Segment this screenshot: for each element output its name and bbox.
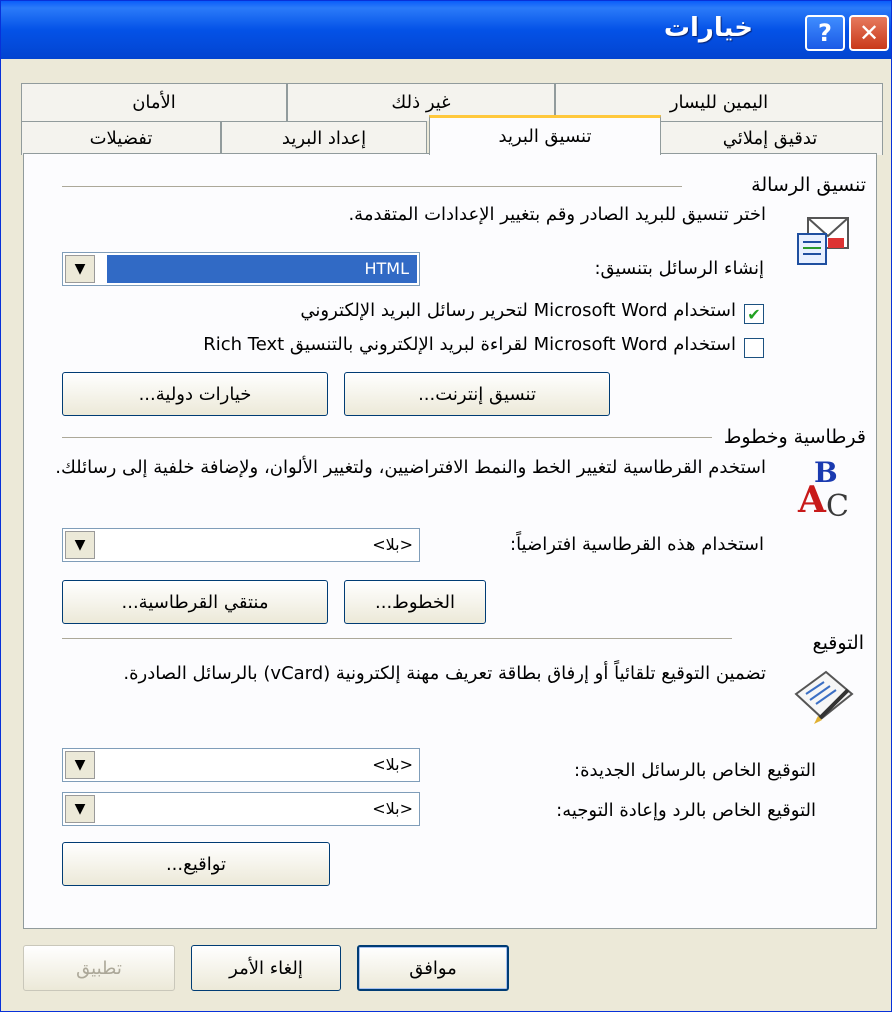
tab-panel: تنسيق الرسالة اختر تنسيق للبريد الصادر و… [23, 153, 877, 929]
stationery-default-label: استخدام هذه القرطاسية افتراضياً: [510, 534, 764, 555]
help-icon[interactable]: ? [805, 15, 845, 51]
use-word-read-checkbox[interactable] [744, 338, 764, 358]
new-signature-dropdown[interactable]: ▼ <بلا> [62, 748, 420, 782]
window-title: خيارات [663, 13, 753, 43]
reply-signature-label: التوقيع الخاص بالرد وإعادة التوجيه: [556, 800, 816, 821]
stationery-picker-button[interactable]: منتقي القرطاسية... [62, 580, 328, 624]
chevron-down-icon[interactable]: ▼ [65, 255, 95, 283]
fonts-button[interactable]: الخطوط... [344, 580, 486, 624]
signature-pen-icon [794, 670, 854, 724]
chevron-down-icon[interactable]: ▼ [65, 795, 95, 823]
tab-mail-format[interactable]: تنسيق البريد [429, 115, 661, 155]
chevron-down-icon[interactable]: ▼ [65, 751, 95, 779]
svg-text:A: A [797, 479, 827, 520]
new-signature-label: التوقيع الخاص بالرسائل الجديدة: [574, 760, 816, 781]
stationery-description: استخدم القرطاسية لتغيير الخط والنمط الاف… [55, 457, 766, 478]
options-dialog: خيارات ? ✕ اليمين لليسار غير ذلك الأمان … [0, 0, 892, 1012]
use-word-read-label: استخدام Microsoft Word لقراءة لبريد الإل… [203, 334, 736, 355]
tab-security[interactable]: الأمان [21, 83, 287, 121]
signature-description: تضمين التوقيع تلقائياً أو إرفاق بطاقة تع… [123, 663, 766, 684]
reply-signature-dropdown[interactable]: ▼ <بلا> [62, 792, 420, 826]
close-icon[interactable]: ✕ [849, 15, 889, 51]
international-options-button[interactable]: خيارات دولية... [62, 372, 328, 416]
cancel-button[interactable]: إلغاء الأمر [191, 945, 341, 991]
internet-format-button[interactable]: تنسيق إنترنت... [344, 372, 610, 416]
svg-text:C: C [826, 489, 849, 520]
compose-format-dropdown[interactable]: ▼ HTML [62, 252, 420, 286]
apply-button[interactable]: تطبيق [23, 945, 175, 991]
message-format-title: تنسيق الرسالة [751, 174, 866, 196]
ok-button[interactable]: موافق [357, 945, 509, 991]
separator [62, 186, 682, 187]
envelope-format-icon [797, 217, 849, 265]
chevron-down-icon[interactable]: ▼ [65, 531, 95, 559]
tab-mail-setup[interactable]: إعداد البريد [221, 121, 427, 155]
stationery-dropdown[interactable]: ▼ <بلا> [62, 528, 420, 562]
title-bar[interactable]: خيارات ? ✕ [1, 1, 891, 59]
message-format-description: اختر تنسيق للبريد الصادر وقم بتغيير الإع… [348, 204, 766, 225]
compose-format-label: إنشاء الرسائل بتنسيق: [594, 258, 764, 279]
tab-preferences[interactable]: تفضيلات [21, 121, 221, 155]
stationery-title: قرطاسية وخطوط [723, 426, 866, 448]
signature-title: التوقيع [812, 632, 864, 654]
use-word-edit-label: استخدام Microsoft Word لتحرير رسائل البر… [300, 300, 736, 321]
tab-spelling[interactable]: تدقيق إملائي [657, 121, 883, 155]
use-word-edit-checkbox[interactable]: ✔ [744, 304, 764, 324]
separator [62, 638, 732, 639]
signatures-button[interactable]: تواقيع... [62, 842, 330, 886]
separator [62, 437, 712, 438]
fonts-abc-icon: B A C [797, 456, 849, 520]
